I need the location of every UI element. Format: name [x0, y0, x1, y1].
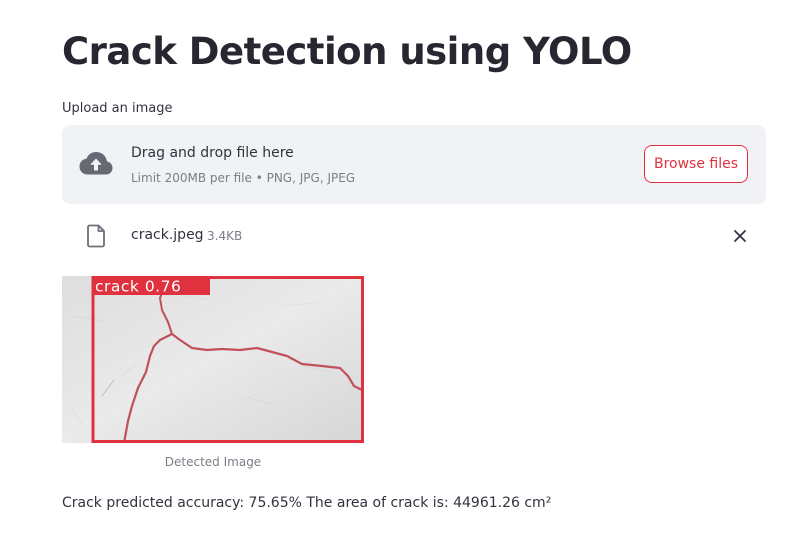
file-dropzone[interactable]: Drag and drop file here Limit 200MB per …: [62, 125, 766, 204]
dropzone-instruction: Drag and drop file here: [131, 145, 294, 161]
uploaded-file-row: crack.jpeg 3.4KB: [62, 216, 766, 256]
result-text: Crack predicted accuracy: 75.65% The are…: [62, 495, 552, 511]
concrete-surface: [62, 276, 364, 443]
cloud-upload-icon: [79, 152, 113, 175]
detected-image-canvas: crack 0.76: [62, 276, 364, 443]
uploaded-file-name: crack.jpeg: [131, 227, 204, 243]
uploaded-file-size: 3.4KB: [207, 229, 243, 243]
detected-image-caption: Detected Image: [164, 455, 262, 469]
close-icon[interactable]: [732, 228, 748, 244]
page-title: Crack Detection using YOLO: [62, 30, 632, 73]
dropzone-limit-text: Limit 200MB per file • PNG, JPG, JPEG: [131, 171, 356, 185]
browse-files-button[interactable]: Browse files: [644, 145, 748, 183]
file-icon: [87, 224, 105, 248]
upload-label: Upload an image: [62, 101, 173, 116]
detected-image: crack 0.76: [62, 276, 364, 443]
detection-label: crack 0.76: [95, 278, 181, 296]
app-page: Crack Detection using YOLO Upload an ima…: [0, 0, 806, 549]
